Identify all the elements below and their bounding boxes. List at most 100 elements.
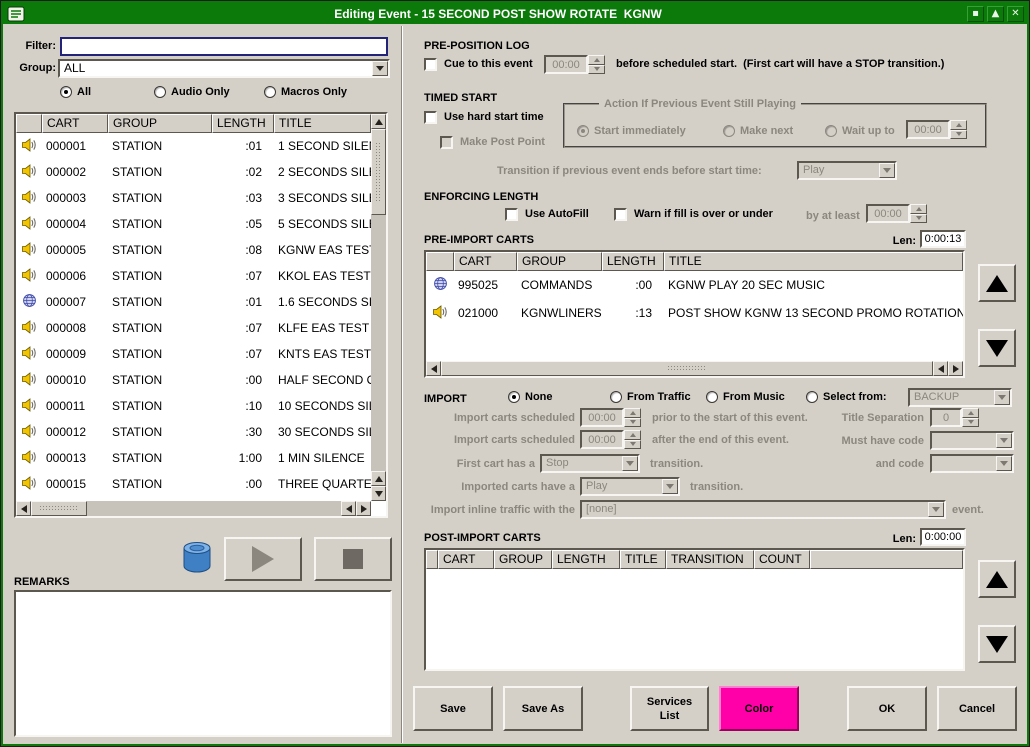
table-row[interactable]: 000013 STATION 1:00 1 MIN SILENCE xyxy=(16,445,371,471)
table-row[interactable]: 000007 STATION :01 1.6 SECONDS SIL xyxy=(16,289,371,315)
cart-type-cell xyxy=(16,189,42,208)
title-bar[interactable]: Editing Event - 15 SECOND POST SHOW ROTA… xyxy=(3,3,1027,24)
cart-group-cell: STATION xyxy=(108,295,212,309)
minimize-button[interactable]: ▪ xyxy=(967,6,984,22)
cart-number-cell: 000007 xyxy=(42,295,108,309)
table-row[interactable]: 000011 STATION :10 10 SECONDS SILE xyxy=(16,393,371,419)
scroll-right-icon[interactable] xyxy=(356,501,371,516)
table-row[interactable]: 995025 COMMANDS :00 KGNW PLAY 20 SEC MUS… xyxy=(426,271,963,299)
radio-macros-only[interactable] xyxy=(264,86,276,98)
close-button[interactable]: ✕ xyxy=(1007,6,1024,22)
table-header-cart[interactable]: CART xyxy=(454,252,517,271)
speaker-icon xyxy=(21,319,37,338)
ok-button[interactable]: OK xyxy=(847,686,927,731)
table-row[interactable]: 021000 KGNWLINERS :13 POST SHOW KGNW 13 … xyxy=(426,299,963,327)
table-row[interactable]: 000002 STATION :02 2 SECONDS SILEN xyxy=(16,159,371,185)
color-button[interactable]: Color xyxy=(719,686,799,731)
table-header-row: CART GROUP LENGTH TITLE xyxy=(16,114,371,133)
play-button[interactable] xyxy=(224,537,302,581)
table-header-title[interactable]: TITLE xyxy=(274,114,371,133)
cart-group-cell: STATION xyxy=(108,347,212,361)
table-header-transition[interactable]: TRANSITION xyxy=(666,550,754,569)
table-row[interactable]: 000003 STATION :03 3 SECONDS SILEN xyxy=(16,185,371,211)
table-header-length[interactable]: LENGTH xyxy=(212,114,274,133)
table-row[interactable]: 000008 STATION :07 KLFE EAS TEST IN xyxy=(16,315,371,341)
radio-import-select-from[interactable] xyxy=(806,391,818,403)
table-header-spacer xyxy=(810,550,963,569)
scroll-right-icon[interactable] xyxy=(948,361,963,376)
table-row[interactable]: 000012 STATION :30 30 SECONDS SILE xyxy=(16,419,371,445)
scroll-left-icon[interactable] xyxy=(426,361,441,376)
cart-number-cell: 000013 xyxy=(42,451,108,465)
cart-type-cell xyxy=(16,137,42,156)
table-header-spacer[interactable] xyxy=(426,550,438,569)
scrollbar-thumb[interactable] xyxy=(441,361,933,376)
scroll-up-icon[interactable] xyxy=(371,114,386,129)
cart-type-cell xyxy=(16,423,42,442)
use-hard-start-checkbox[interactable] xyxy=(424,111,437,124)
table-row[interactable]: 000004 STATION :05 5 SECONDS SILEN xyxy=(16,211,371,237)
cart-length-cell: :01 xyxy=(212,295,274,309)
pre-import-move-up-button[interactable] xyxy=(978,264,1016,302)
cart-title-cell: 3 SECONDS SILEN xyxy=(274,191,371,205)
scroll-left-icon[interactable] xyxy=(341,501,356,516)
horizontal-scrollbar[interactable] xyxy=(16,501,371,516)
use-autofill-checkbox[interactable] xyxy=(505,208,518,221)
table-header-count[interactable]: COUNT xyxy=(754,550,810,569)
table-header-title[interactable]: TITLE xyxy=(664,252,963,271)
cart-title-cell: KGNW EAS TEST xyxy=(274,243,371,257)
scroll-down-icon[interactable] xyxy=(371,486,386,501)
stop-button[interactable] xyxy=(314,537,392,581)
table-header-group[interactable]: GROUP xyxy=(517,252,602,271)
scrollbar-thumb[interactable] xyxy=(371,129,386,215)
select-from-select: BACKUP xyxy=(908,388,1012,407)
table-header-length[interactable]: LENGTH xyxy=(552,550,620,569)
table-header-group[interactable]: GROUP xyxy=(108,114,212,133)
maximize-button[interactable]: ▲ xyxy=(987,6,1004,22)
table-row[interactable]: 000005 STATION :08 KGNW EAS TEST xyxy=(16,237,371,263)
table-row[interactable]: 000015 STATION :00 THREE QUARTER xyxy=(16,471,371,497)
save-as-button[interactable]: Save As xyxy=(503,686,583,731)
scrollbar-track[interactable] xyxy=(87,501,341,516)
radio-import-none-label: None xyxy=(525,391,553,403)
sched-after-suffix: after the end of this event. xyxy=(652,434,789,446)
table-header-length[interactable]: LENGTH xyxy=(602,252,664,271)
cancel-button[interactable]: Cancel xyxy=(937,686,1017,731)
post-import-move-down-button[interactable] xyxy=(978,625,1016,663)
chevron-down-icon[interactable] xyxy=(372,61,388,76)
scrollbar-thumb[interactable] xyxy=(31,501,87,516)
warn-fill-checkbox[interactable] xyxy=(614,208,627,221)
radio-all[interactable] xyxy=(60,86,72,98)
must-have-code-select xyxy=(930,431,1014,450)
post-import-move-up-button[interactable] xyxy=(978,560,1016,598)
table-header-group[interactable]: GROUP xyxy=(494,550,552,569)
cue-to-event-checkbox[interactable] xyxy=(424,58,437,71)
pre-import-move-down-button[interactable] xyxy=(978,329,1016,367)
radio-audio-only[interactable] xyxy=(154,86,166,98)
remarks-textarea[interactable] xyxy=(14,590,392,737)
table-row[interactable]: 000009 STATION :07 KNTS EAS TEST IN xyxy=(16,341,371,367)
scroll-up-icon[interactable] xyxy=(371,471,386,486)
table-row[interactable]: 000001 STATION :01 1 SECOND SILENC xyxy=(16,133,371,159)
services-list-button[interactable]: Services List xyxy=(630,686,709,731)
table-header-spacer[interactable] xyxy=(426,252,454,271)
scroll-left-icon[interactable] xyxy=(933,361,948,376)
table-header-title[interactable]: TITLE xyxy=(620,550,666,569)
table-header-cart[interactable]: CART xyxy=(42,114,108,133)
table-row[interactable]: 000010 STATION :00 HALF SECOND OF xyxy=(16,367,371,393)
horizontal-scrollbar[interactable] xyxy=(426,361,963,376)
scroll-left-icon[interactable] xyxy=(16,501,31,516)
group-select[interactable]: ALL xyxy=(58,59,390,78)
table-row[interactable]: 000006 STATION :07 KKOL EAS TEST IN xyxy=(16,263,371,289)
radio-import-traffic[interactable] xyxy=(610,391,622,403)
save-button[interactable]: Save xyxy=(413,686,493,731)
table-header-cart[interactable]: CART xyxy=(438,550,494,569)
filter-input[interactable] xyxy=(60,37,388,56)
scrollbar-track[interactable] xyxy=(371,215,386,471)
speaker-icon xyxy=(21,215,37,234)
vertical-scrollbar[interactable] xyxy=(371,114,386,501)
spin-down-icon xyxy=(950,130,967,140)
radio-import-music[interactable] xyxy=(706,391,718,403)
radio-import-none[interactable] xyxy=(508,391,520,403)
table-header-spacer[interactable] xyxy=(16,114,42,133)
